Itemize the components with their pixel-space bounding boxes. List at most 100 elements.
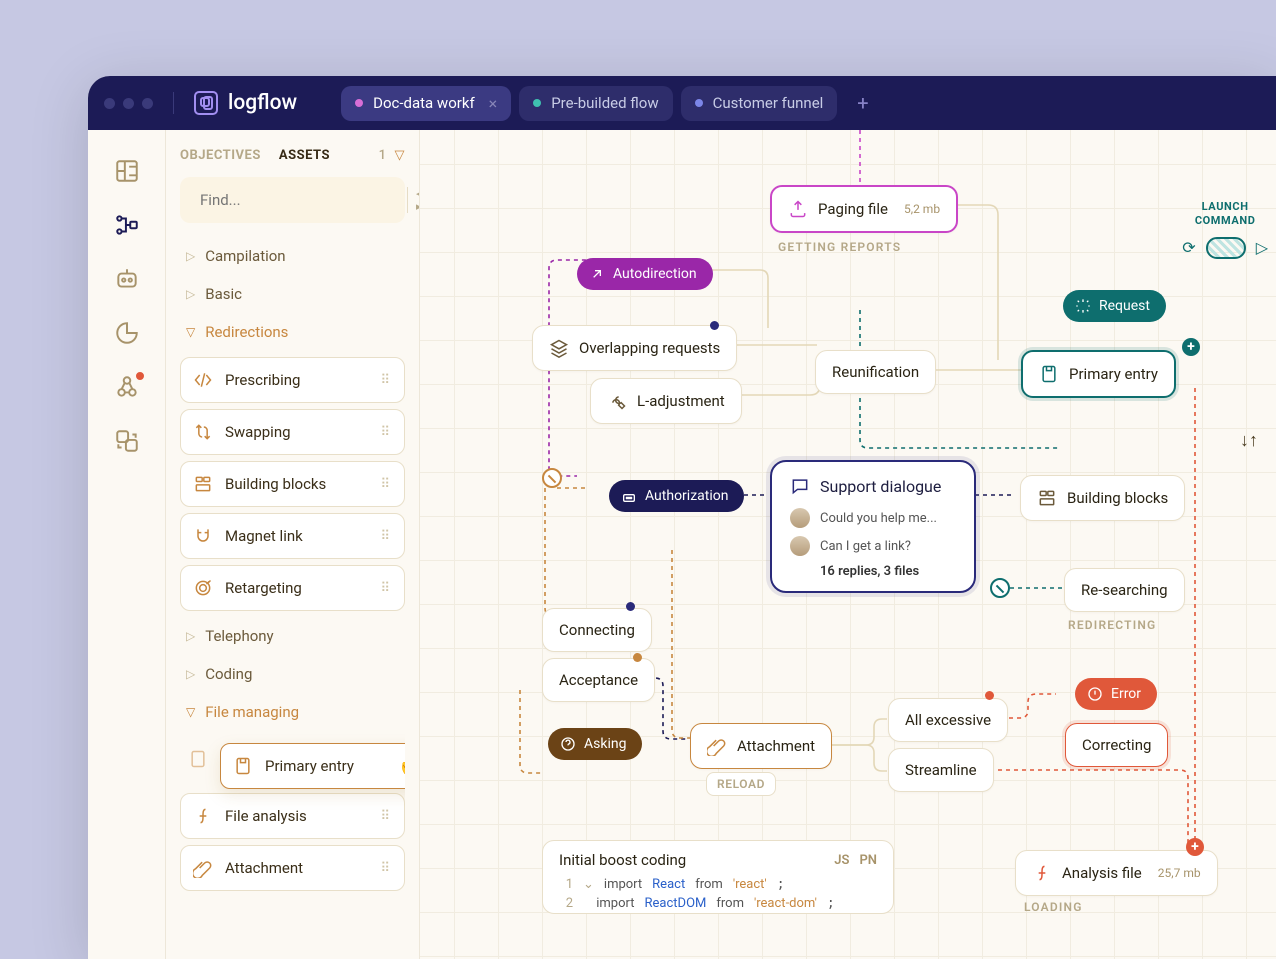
node-caption-reload[interactable]: RELOAD	[706, 772, 776, 796]
group-file-managing[interactable]: ▽File managing	[180, 693, 405, 731]
node-primary-entry[interactable]: Primary entry	[1021, 350, 1176, 398]
tab-doc-data[interactable]: Doc-data workf ×	[341, 86, 511, 121]
close-icon[interactable]: ×	[489, 94, 498, 113]
connector-dot-icon	[710, 321, 719, 330]
tab-assets[interactable]: ASSETS	[279, 148, 330, 163]
file-icon	[1039, 364, 1059, 384]
rail-webhook-icon[interactable]	[114, 374, 140, 400]
search-nav-arrows[interactable]: ◂ ▸	[407, 187, 420, 213]
asset-swapping[interactable]: Swapping⠿	[180, 409, 405, 455]
lang-js[interactable]: JS	[834, 853, 849, 868]
group-telephony[interactable]: ▷Telephony	[180, 617, 405, 655]
tab-status-dot-icon	[695, 99, 703, 107]
asset-tree: ▷Campilation ▷Basic ▽Redirections Prescr…	[180, 237, 405, 897]
node-attachment[interactable]: Attachment	[690, 723, 832, 769]
assets-panel: OBJECTIVES ASSETS 1 ▽ ◂ ▸ ▷Campilation ▷…	[166, 130, 420, 959]
asset-primary-entry-dragging[interactable]: Primary entry ⠿ ✊	[220, 743, 405, 789]
pill-asking[interactable]: Asking	[548, 728, 642, 760]
asset-magnet-link[interactable]: Magnet link⠿	[180, 513, 405, 559]
group-coding[interactable]: ▷Coding	[180, 655, 405, 693]
rail-analytics-icon[interactable]	[114, 320, 140, 346]
pill-autodirection[interactable]: Autodirection	[577, 258, 713, 290]
refresh-icon[interactable]: ⟳	[1182, 238, 1195, 257]
lang-pn[interactable]: PN	[859, 853, 877, 868]
node-meta: 5,2 mb	[904, 202, 940, 216]
add-connector-button[interactable]: +	[1186, 838, 1204, 856]
traffic-close-icon[interactable]	[104, 98, 115, 109]
chevron-right-icon: ▷	[186, 667, 195, 681]
node-support-dialogue[interactable]: Support dialogue Could you help me... Ca…	[770, 460, 976, 593]
drag-handle-icon[interactable]: ⠿	[380, 477, 392, 492]
node-code-editor[interactable]: Initial boost codingJSPN 1⌄import React …	[542, 840, 894, 914]
message-text: Could you help me...	[820, 511, 937, 526]
group-basic[interactable]: ▷Basic	[180, 275, 405, 313]
asset-building-blocks[interactable]: Building blocks⠿	[180, 461, 405, 507]
pill-label: Authorization	[645, 488, 728, 504]
rail-bot-icon[interactable]	[114, 266, 140, 292]
card-label: File analysis	[225, 807, 307, 825]
rail-swap-icon[interactable]	[114, 428, 140, 454]
drag-handle-icon[interactable]: ⠿	[380, 581, 392, 596]
asset-prescribing[interactable]: Prescribing⠿	[180, 357, 405, 403]
file-icon	[188, 749, 208, 769]
tab-prebuilded[interactable]: Pre-builded flow	[519, 86, 672, 121]
node-correcting[interactable]: Correcting	[1065, 723, 1168, 767]
tab-label: Customer funnel	[713, 94, 824, 112]
play-button[interactable]: ▷	[1256, 238, 1268, 257]
node-analysis-file[interactable]: Analysis file25,7 mb	[1015, 850, 1218, 896]
flow-canvas[interactable]: Paging file 5,2 mb GETTING REPORTS Autod…	[420, 130, 1276, 959]
filter-icon[interactable]: ▽	[395, 148, 406, 163]
node-overlapping-requests[interactable]: Overlapping requests	[532, 325, 737, 371]
node-connecting[interactable]: Connecting	[542, 608, 652, 652]
window-controls[interactable]	[104, 98, 153, 109]
pill-label: Request	[1099, 298, 1150, 314]
drag-handle-icon[interactable]: ⠿	[380, 373, 392, 388]
group-compilation[interactable]: ▷Campilation	[180, 237, 405, 275]
node-reunification[interactable]: Reunification	[815, 350, 936, 394]
pill-label: Autodirection	[613, 266, 697, 282]
rail-flow-icon[interactable]	[114, 212, 140, 238]
asset-retargeting[interactable]: Retargeting⠿	[180, 565, 405, 611]
drag-handle-icon[interactable]: ⠿	[380, 425, 392, 440]
rail-board-icon[interactable]	[114, 158, 140, 184]
asset-file-analysis[interactable]: File analysis ⠿	[180, 793, 405, 839]
group-redirections[interactable]: ▽Redirections	[180, 313, 405, 351]
chevron-down-icon: ▽	[186, 705, 195, 719]
node-building-blocks[interactable]: Building blocks	[1020, 475, 1185, 521]
pill-error[interactable]: Error	[1075, 678, 1157, 710]
node-researching[interactable]: Re-searching	[1064, 568, 1185, 612]
pill-authorization[interactable]: Authorization	[609, 480, 744, 512]
asset-attachment[interactable]: Attachment⠿	[180, 845, 405, 891]
traffic-max-icon[interactable]	[142, 98, 153, 109]
junction-icon	[990, 578, 1010, 598]
add-tab-button[interactable]: +	[845, 86, 880, 121]
launch-label: LAUNCHCOMMAND	[1195, 200, 1256, 229]
node-label: Attachment	[737, 737, 815, 755]
message-row: Could you help me...	[790, 508, 956, 528]
titlebar: logflow Doc-data workf × Pre-builded flo…	[88, 76, 1276, 130]
node-streamline[interactable]: Streamline	[888, 748, 994, 792]
upload-icon	[788, 199, 808, 219]
node-label: Acceptance	[559, 671, 638, 689]
node-paging-file[interactable]: Paging file 5,2 mb	[770, 185, 958, 233]
node-acceptance[interactable]: Acceptance	[542, 658, 655, 702]
sort-arrows-icon[interactable]: ↓↑	[1240, 430, 1258, 451]
node-label: Analysis file	[1062, 864, 1142, 882]
tab-objectives[interactable]: OBJECTIVES	[180, 148, 261, 163]
app-logo[interactable]: logflow	[194, 91, 297, 115]
tab-status-dot-icon	[355, 99, 363, 107]
magnet-icon	[193, 526, 213, 546]
add-connector-button[interactable]: +	[1182, 338, 1200, 356]
drag-handle-icon[interactable]: ⠿	[380, 809, 392, 824]
traffic-min-icon[interactable]	[123, 98, 134, 109]
search-box[interactable]: ◂ ▸	[180, 177, 405, 223]
pill-request[interactable]: Request	[1063, 290, 1166, 322]
search-input[interactable]	[200, 191, 399, 209]
grab-cursor-icon: ✊	[400, 758, 405, 777]
drag-handle-icon[interactable]: ⠿	[380, 529, 392, 544]
node-l-adjustment[interactable]: L-adjustment	[590, 378, 742, 424]
tab-customer-funnel[interactable]: Customer funnel	[681, 86, 838, 121]
drag-handle-icon[interactable]: ⠿	[380, 861, 392, 876]
code-icon	[193, 370, 213, 390]
node-all-excessive[interactable]: All excessive	[888, 698, 1008, 742]
